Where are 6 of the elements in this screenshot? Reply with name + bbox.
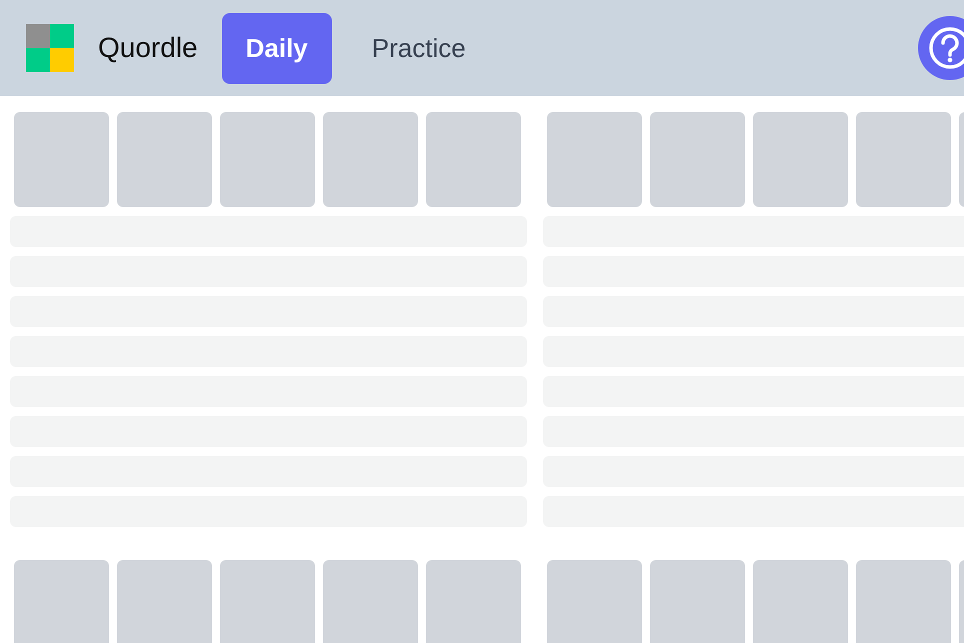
help-button[interactable] [918,16,964,80]
mode-tab[interactable]: Practice [348,12,490,84]
logo-icon [26,24,74,72]
mode-tab[interactable]: Daily [222,12,332,84]
help-icon [928,26,964,70]
app-title: Quordle [98,31,198,65]
